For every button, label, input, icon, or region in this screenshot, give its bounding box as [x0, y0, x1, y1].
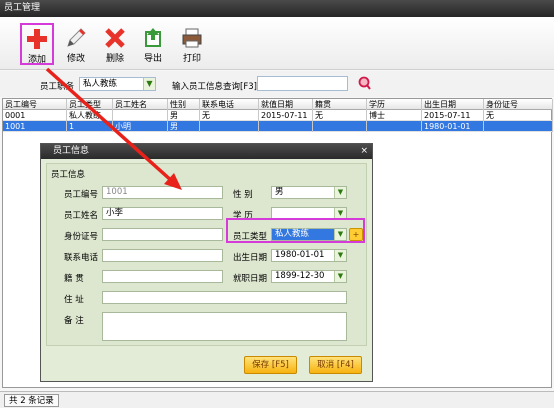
window-titlebar: 员工管理	[0, 0, 554, 17]
cell-1: 1	[67, 121, 113, 132]
position-select[interactable]: 私人教练 ▼	[79, 77, 156, 91]
table-row[interactable]: 0001 私人教练男无 2015-07-11 无博士 2015-07-11 无	[3, 110, 553, 121]
cell-3: 男	[168, 110, 200, 121]
native-field[interactable]	[102, 270, 223, 283]
chevron-down-icon[interactable]: ▼	[143, 78, 155, 90]
cell-8: 2015-07-11	[422, 110, 484, 121]
chevron-down-icon[interactable]: ▼	[334, 187, 346, 198]
plus-icon	[27, 29, 47, 49]
column-header-4: 联系电话	[200, 99, 259, 110]
column-header-0: 员工编号	[3, 99, 67, 110]
birth-date-picker[interactable]: 1980-01-01 ▼	[271, 249, 347, 262]
close-icon[interactable]: ×	[360, 144, 368, 159]
record-count: 共 2 条记录	[4, 394, 59, 407]
column-header-6: 籍贯	[313, 99, 367, 110]
save-button[interactable]: 保存 [F5]	[244, 356, 297, 374]
column-header-7: 学历	[367, 99, 422, 110]
column-header-8: 出生日期	[422, 99, 484, 110]
dialog-titlebar: 员工信息 ×	[41, 144, 372, 159]
cell-1: 私人教练	[67, 110, 113, 121]
cell-8: 1980-01-01	[422, 121, 484, 132]
gender-label: 性 别	[233, 190, 253, 200]
dialog-title: 员工信息	[53, 146, 90, 156]
export-icon	[145, 28, 161, 47]
id-field[interactable]: 1001	[102, 186, 223, 199]
filter-bar: 员工职务 私人教练 ▼ 输入员工信息查询[F3]	[0, 71, 554, 97]
cell-5: 2015-07-11	[259, 110, 313, 121]
table-header: 员工编号 员工类型 员工姓名 性别 联系电话 就值日期 籍贯 学历 出生日期 身份证号	[3, 99, 553, 110]
chevron-down-icon[interactable]: ▼	[334, 250, 346, 261]
cell-0: 0001	[3, 110, 67, 121]
delete-label: 删除	[105, 54, 124, 64]
export-label: 导出	[143, 54, 162, 64]
window-title: 员工管理	[4, 3, 41, 13]
printer-icon	[182, 28, 202, 48]
status-bar: 共 2 条记录	[0, 391, 554, 408]
column-header-1: 员工类型	[67, 99, 113, 110]
id-label: 员工编号	[64, 190, 99, 200]
print-label: 打印	[182, 54, 201, 64]
add-label: 添加	[27, 55, 46, 65]
cell-9: 无	[484, 110, 553, 121]
idcard-label: 身份证号	[64, 232, 99, 242]
cell-6	[313, 121, 367, 132]
position-label: 员工职务	[40, 82, 75, 92]
delete-x-icon	[105, 28, 125, 48]
cell-6: 无	[313, 110, 367, 121]
position-value: 私人教练	[83, 79, 118, 89]
address-field[interactable]	[102, 291, 347, 304]
column-header-9: 身份证号	[484, 99, 553, 110]
address-label: 住 址	[64, 295, 84, 305]
column-header-3: 性别	[168, 99, 200, 110]
note-field[interactable]	[102, 312, 347, 341]
phone-field[interactable]	[102, 249, 223, 262]
cell-4: 无	[200, 110, 259, 121]
hire-date-picker[interactable]: 1899-12-30 ▼	[271, 270, 347, 283]
column-header-5: 就值日期	[259, 99, 313, 110]
gender-select[interactable]: 男 ▼	[271, 186, 347, 199]
edit-button[interactable]: 修改	[59, 23, 93, 65]
pencil-icon	[67, 28, 86, 47]
search-input[interactable]	[257, 76, 348, 91]
cell-3: 男	[168, 121, 200, 132]
toolbar: 添加 修改 删除 导出 打印	[0, 17, 554, 70]
phone-label: 联系电话	[64, 253, 99, 263]
cell-7	[367, 121, 422, 132]
table-row-selected[interactable]: 1001 1 小明男 1980-01-01	[3, 121, 553, 132]
employee-info-group: 员工信息 员工编号 1001 性 别 男 ▼ 员工姓名 小李 学 历 ▼ 身份证…	[46, 163, 367, 346]
cell-5	[259, 121, 313, 132]
search-icon[interactable]	[357, 76, 371, 90]
print-button[interactable]: 打印	[175, 23, 209, 65]
cell-9	[484, 121, 553, 132]
type-highlight-box	[226, 218, 365, 243]
cell-2	[113, 110, 168, 121]
hire-label: 就职日期	[233, 274, 268, 284]
cell-0: 1001	[3, 121, 67, 132]
name-label: 员工姓名	[64, 211, 99, 221]
native-label: 籍 贯	[64, 274, 84, 284]
edit-label: 修改	[66, 54, 85, 64]
cell-4	[200, 121, 259, 132]
note-label: 备 注	[64, 316, 84, 326]
export-button[interactable]: 导出	[136, 23, 170, 65]
employee-info-dialog: 员工信息 × 员工信息 员工编号 1001 性 别 男 ▼ 员工姓名 小李 学 …	[40, 143, 373, 382]
cancel-button[interactable]: 取消 [F4]	[309, 356, 362, 374]
search-label: 输入员工信息查询[F3]	[172, 82, 257, 92]
add-button[interactable]: 添加	[20, 23, 54, 65]
idcard-field[interactable]	[102, 228, 223, 241]
birth-label: 出生日期	[233, 253, 268, 263]
chevron-down-icon[interactable]: ▼	[334, 271, 346, 282]
cell-7: 博士	[367, 110, 422, 121]
cell-2: 小明	[113, 121, 168, 132]
delete-button[interactable]: 删除	[98, 23, 132, 65]
column-header-2: 员工姓名	[113, 99, 168, 110]
name-field[interactable]: 小李	[102, 207, 223, 220]
group-legend: 员工信息	[51, 170, 86, 180]
